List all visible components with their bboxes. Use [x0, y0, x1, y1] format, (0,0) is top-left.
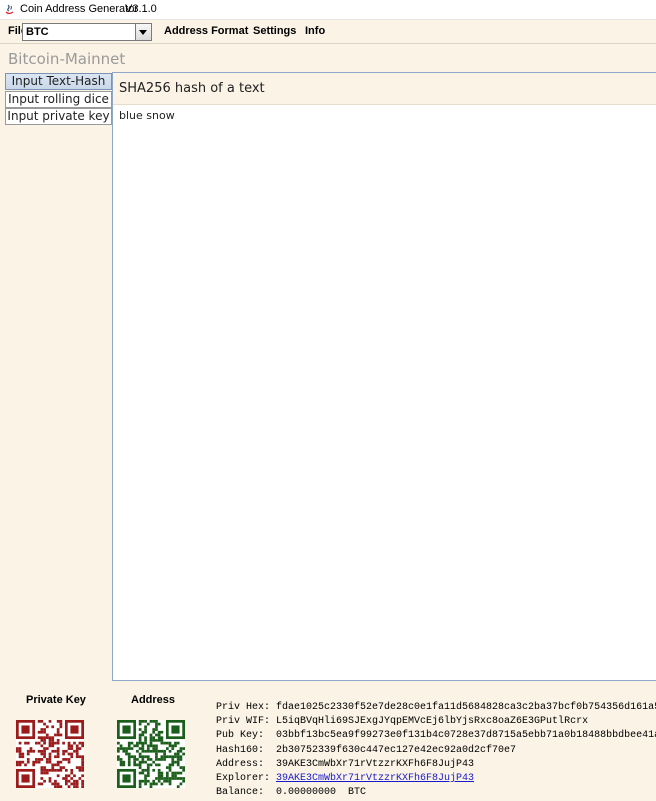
- priv-wif-value: L5iqBVqHli69SJExgJYqpEMVcEj6lbYjsRxc8oaZ…: [276, 716, 589, 728]
- pub-key-row: Pub Key: 03bbf13bc5ea9f99273e0f131b4c072…: [216, 730, 656, 744]
- address-value: 39AKE3CmWbXr71rVtzzrKXFh6F8JujP43: [276, 758, 475, 770]
- priv-hex-value: fdae1025c2330f52e7de28c0e1fa11d5684828ca…: [276, 702, 656, 713]
- divider: [0, 43, 656, 44]
- output-section: Private Key Address Priv Hex: fdae1025c2…: [0, 682, 656, 800]
- pub-key-value: 03bbf13bc5ea9f99273e0f131b4c0728e37d8715…: [276, 730, 656, 742]
- network-label: Bitcoin-Mainnet: [8, 50, 126, 68]
- menu-info[interactable]: Info: [305, 25, 325, 37]
- menu-address-format[interactable]: Address Format: [164, 25, 248, 37]
- java-app-icon: [3, 3, 16, 16]
- priv-hex-row: Priv Hex: fdae1025c2330f52e7de28c0e1fa11…: [216, 702, 656, 716]
- address-qr-label: Address: [131, 694, 176, 706]
- tab-input-private-key[interactable]: Input private key: [5, 108, 112, 125]
- title-bar: Coin Address Generator V3.1.0: [0, 0, 656, 20]
- balance-row: Balance: 0.00000000 BTC: [216, 787, 367, 799]
- address-row: Address: 39AKE3CmWbXr71rVtzzrKXFh6F8JujP…: [216, 758, 475, 770]
- app-version: V3.1.0: [125, 3, 157, 15]
- input-panel: SHA256 hash of a text blue snow: [112, 72, 656, 681]
- coin-select[interactable]: BTC: [22, 23, 152, 41]
- address-qr-code: [117, 720, 185, 788]
- explorer-link[interactable]: 39AKE3CmWbXr71rVtzzrKXFh6F8JujP43: [276, 773, 474, 784]
- private-key-qr-code: [16, 720, 84, 788]
- private-key-qr-label: Private Key: [26, 694, 86, 706]
- tab-input-text-hash[interactable]: Input Text-Hash: [5, 73, 112, 90]
- tab-input-rolling-dice[interactable]: Input rolling dice: [5, 91, 112, 108]
- balance-value: 0.00000000: [276, 787, 337, 799]
- menu-bar: File BTC Address Format Settings Info: [0, 20, 656, 43]
- menu-settings[interactable]: Settings: [253, 25, 296, 37]
- balance-unit: BTC: [348, 787, 367, 799]
- text-input-area[interactable]: blue snow: [119, 109, 175, 122]
- key-details: Priv Hex: fdae1025c2330f52e7de28c0e1fa11…: [216, 702, 656, 801]
- panel-header-label: SHA256 hash of a text: [119, 81, 265, 96]
- priv-wif-row: Priv WIF: L5iqBVqHli69SJExgJYqpEMVcEj6lb…: [216, 716, 589, 728]
- chevron-down-icon[interactable]: [135, 24, 151, 40]
- explorer-row: Explorer: 39AKE3CmWbXr71rVtzzrKXFh6F8Juj…: [216, 772, 475, 784]
- panel-header: SHA256 hash of a text: [113, 73, 656, 105]
- window-title: Coin Address Generator: [20, 3, 139, 15]
- hash160-row: Hash160: 2b30752339f630c447ec127e42ec92a…: [216, 744, 517, 756]
- coin-select-value: BTC: [26, 26, 49, 38]
- hash160-value: 2b30752339f630c447ec127e42ec92a0d2cf70e7: [276, 744, 517, 756]
